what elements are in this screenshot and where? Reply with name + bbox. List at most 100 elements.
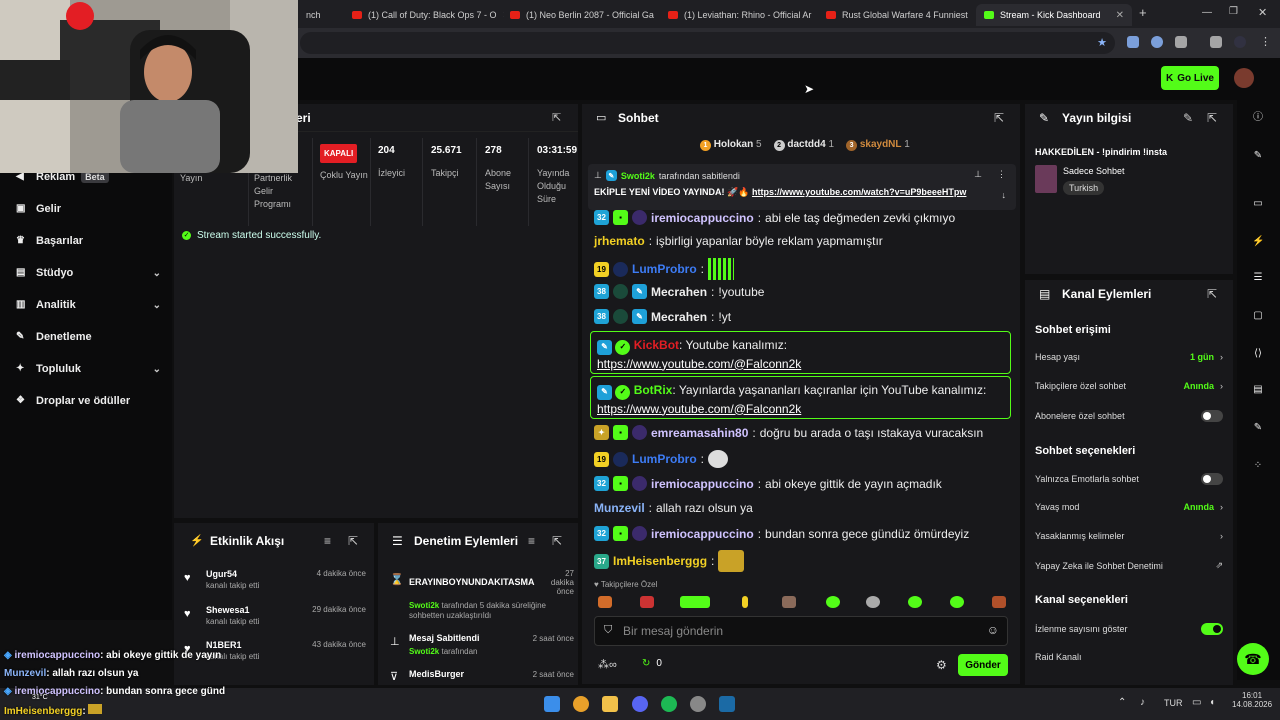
browser-tab[interactable]: (1) Call of Duty: Black Ops 7 - O✕ — [344, 4, 504, 26]
browser-tab[interactable]: nch — [298, 4, 338, 26]
sidebar-item-analitik[interactable]: ▥ Analitik ⌄ — [16, 299, 161, 311]
emote-icon[interactable] — [640, 596, 654, 608]
emote-icon[interactable] — [742, 596, 748, 608]
chat-input[interactable]: ⛉ Bir mesaj gönderin ☺ — [594, 616, 1008, 646]
filter-icon[interactable]: ≡ — [324, 534, 331, 548]
volume-icon[interactable]: ◖ — [1209, 697, 1215, 708]
expand-icon[interactable]: ↓ — [1002, 190, 1007, 200]
banned-words-setting[interactable]: Yasaklanmış kelimeler › — [1035, 531, 1223, 541]
emote-icon[interactable] — [866, 596, 880, 608]
kick-icon — [984, 11, 994, 19]
avatar[interactable] — [1234, 68, 1254, 88]
sidebar-item-droplar[interactable]: ❖ Droplar ve ödüller — [16, 395, 161, 407]
weather-widget[interactable]: 31°C — [32, 694, 48, 701]
more-icon[interactable]: ⋮ — [997, 169, 1006, 180]
emote-icon[interactable] — [598, 596, 612, 608]
puzzle-icon[interactable] — [1175, 36, 1187, 48]
extension-icon[interactable] — [1127, 36, 1139, 48]
browser-tab[interactable]: (1) Neo Berlin 2087 - Official Ga✕ — [502, 4, 658, 26]
sidebar-item-topluluk[interactable]: ✦ Topluluk ⌄ — [16, 363, 161, 375]
chat-text: !yt — [718, 309, 732, 324]
pinned-link[interactable]: https://www.youtube.com/watch?v=uP9beeeH… — [752, 187, 966, 197]
spotify-icon[interactable] — [661, 696, 677, 712]
network-icon[interactable]: ▭ — [1192, 697, 1201, 708]
followers-chat-setting[interactable]: Takipçilere özel sohbet Anında › — [1035, 381, 1223, 391]
raid-setting[interactable]: Raid Kanalı — [1035, 652, 1223, 662]
menu-icon[interactable]: ⋮ — [1260, 35, 1271, 48]
account-age-setting[interactable]: Hesap yaşı 1 gün › — [1035, 352, 1223, 362]
lightning-icon[interactable]: ⚡ — [1252, 236, 1264, 248]
emote-only-toggle[interactable] — [1201, 473, 1223, 485]
top-gifter[interactable]: 3 skaydNL 1 — [846, 139, 910, 151]
chat-link[interactable]: https://www.youtube.com/@Falconn2k — [597, 402, 801, 416]
chrome-icon[interactable] — [573, 696, 589, 712]
top-gifter[interactable]: 1 Holokan 5 — [700, 139, 762, 151]
popout-icon[interactable]: ⇱ — [348, 534, 358, 548]
browser-tab[interactable]: (1) Leviathan: Rhino - Official Ar✕ — [660, 4, 816, 26]
clock[interactable]: 16:01 14.08.2026 — [1232, 691, 1272, 709]
channel-icon[interactable]: ▤ — [1252, 384, 1264, 396]
bookmark-star-icon[interactable]: ★ — [1097, 36, 1107, 49]
edit-icon[interactable]: ✎ — [1183, 111, 1193, 125]
sidebar-item-studyo[interactable]: ▤ Stüdyo ⌄ — [16, 267, 161, 279]
browser-tab[interactable]: Rust Global Warfare 4 Funniest✕ — [818, 4, 972, 26]
code-icon[interactable]: ⟨⟩ — [1252, 348, 1264, 360]
list-icon[interactable]: ☰ — [1252, 272, 1264, 284]
popout-icon[interactable]: ⇱ — [1207, 111, 1217, 125]
extension-icon[interactable] — [1151, 36, 1163, 48]
top-gifter[interactable]: 2 dactdd4 1 — [773, 139, 834, 151]
chat-icon[interactable]: ▢ — [1252, 310, 1264, 322]
new-tab-button[interactable]: + — [1139, 5, 1147, 20]
filter-icon[interactable]: ≡ — [528, 534, 535, 548]
popout-icon[interactable]: ⇱ — [552, 534, 562, 548]
maximize-icon[interactable]: ❐ — [1229, 6, 1238, 17]
emote-icon[interactable] — [908, 596, 922, 608]
close-icon[interactable]: ✕ — [1116, 10, 1124, 21]
start-icon[interactable] — [544, 696, 560, 712]
chat-link[interactable]: https://www.youtube.com/@Falconn2k — [597, 357, 801, 371]
emote-icon[interactable] — [826, 596, 840, 608]
url-input[interactable]: ★ — [300, 32, 1115, 54]
steam-icon[interactable] — [719, 696, 735, 712]
show-viewers-toggle[interactable] — [1201, 623, 1223, 635]
profile-icon[interactable] — [1234, 36, 1246, 48]
emote-icon[interactable] — [992, 596, 1006, 608]
edit-icon[interactable]: ✎ — [1252, 150, 1264, 162]
popout-icon[interactable]: ⇱ — [552, 111, 561, 124]
gear-icon[interactable]: ⚙ — [936, 658, 947, 672]
stream-category[interactable]: Sadece Sohbet — [1063, 166, 1125, 176]
layout-icon[interactable]: ▭ — [1252, 198, 1264, 210]
discord-icon[interactable] — [632, 696, 648, 712]
close-window-icon[interactable]: ✕ — [1258, 6, 1267, 19]
slow-mode-setting[interactable]: Yavaş mod Anında › — [1035, 502, 1223, 512]
media-icon[interactable] — [1210, 36, 1222, 48]
sidebar-item-basarilar[interactable]: ♛ Başarılar — [16, 235, 161, 247]
popout-icon[interactable]: ⇱ — [994, 111, 1004, 125]
language-indicator[interactable]: TUR — [1164, 698, 1183, 708]
minimize-icon[interactable]: — — [1202, 7, 1212, 18]
popout-icon[interactable]: ⇱ — [1207, 287, 1217, 301]
go-live-button[interactable]: K Go Live — [1161, 66, 1219, 90]
chevron-up-icon[interactable]: ⌃ — [1118, 697, 1126, 708]
emote-icon[interactable] — [950, 596, 964, 608]
emote-icon[interactable] — [680, 596, 710, 608]
sidebar-item-denetleme[interactable]: ✎ Denetleme — [16, 331, 161, 343]
emoji-icon[interactable]: ☺ — [987, 623, 999, 637]
info-icon[interactable]: ⓘ — [1252, 112, 1264, 124]
support-button[interactable]: ☎ — [1237, 643, 1269, 675]
mod-badge-icon: ✎ — [597, 384, 612, 400]
apps-icon[interactable]: ⁘ — [1252, 460, 1264, 472]
sidebar-item-gelir[interactable]: ▣ Gelir — [16, 203, 161, 215]
browser-tab-active[interactable]: Stream - Kick Dashboard ✕ — [976, 4, 1132, 26]
obs-icon[interactable] — [690, 696, 706, 712]
send-button[interactable]: Gönder — [958, 654, 1008, 676]
folder-icon[interactable] — [602, 696, 618, 712]
share-icon[interactable]: ⁂∞ — [598, 658, 617, 671]
ai-moderation-setting[interactable]: Yapay Zeka ile Sohbet Denetimi ⇗ — [1035, 560, 1223, 571]
wrench-icon[interactable]: ✎ — [1252, 422, 1264, 434]
emote-icon[interactable] — [782, 596, 796, 608]
channel-points[interactable]: ↻ 0 — [642, 658, 662, 669]
mic-icon[interactable]: ♪ — [1140, 697, 1145, 708]
subs-chat-toggle[interactable] — [1201, 410, 1223, 422]
unpin-icon[interactable]: ⊥ — [974, 169, 982, 180]
